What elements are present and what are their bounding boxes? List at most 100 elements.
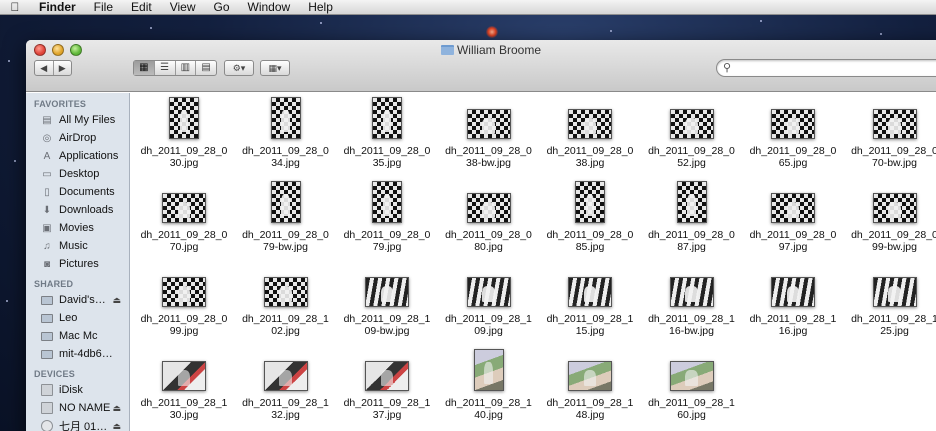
sidebar-item[interactable]: ▯ Documents [26,183,129,201]
file-item[interactable]: dh_2011_09_28_1 09.jpg [441,261,537,345]
image-thumbnail-icon[interactable] [263,361,308,391]
file-item[interactable]: dh_2011_09_28_0 79-bw.jpg [238,177,334,261]
sidebar-item[interactable]: Leo [26,309,129,327]
file-item[interactable]: dh_2011_09_28_0 70.jpg [136,177,232,261]
list-view-button[interactable]: ☰ [153,61,175,75]
eject-icon[interactable]: ⏏ [112,403,121,414]
file-item[interactable]: dh_2011_09_28_1 32.jpg [238,345,334,429]
sidebar-item[interactable]: ◙ Pictures [26,255,129,273]
file-item[interactable]: dh_2011_09_28_1 48.jpg [542,345,638,429]
image-thumbnail-icon[interactable] [263,277,308,307]
file-item[interactable]: dh_2011_09_28_0 52.jpg [644,93,740,177]
menu-go[interactable]: Go [205,0,239,15]
menu-file[interactable]: File [85,0,122,15]
sidebar-item[interactable]: ⬇ Downloads [26,201,129,219]
image-thumbnail-icon[interactable] [676,181,707,223]
image-thumbnail-icon[interactable] [669,109,714,139]
file-item[interactable]: dh_2011_09_28_0 38-bw.jpg [441,93,537,177]
image-thumbnail-icon[interactable] [372,97,402,139]
sidebar-item[interactable]: ▤ All My Files [26,111,129,129]
image-thumbnail-icon[interactable] [365,277,409,307]
sidebar-item[interactable]: mit-4db6… [26,345,129,363]
image-thumbnail-icon[interactable] [466,193,511,223]
file-item[interactable]: dh_2011_09_28_0 85.jpg [542,177,638,261]
image-thumbnail-icon[interactable] [669,277,714,307]
apple-icon[interactable]:  [0,0,30,14]
menu-window[interactable]: Window [239,0,300,15]
arrange-menu-button[interactable]: ▦▾ [260,60,290,76]
file-item[interactable]: dh_2011_09_28_0 70-bw.jpg [847,93,936,177]
sidebar-item[interactable]: David's… ⏏ [26,291,129,309]
view-mode-buttons: ▦ ☰ ▥ ▤ [133,60,217,76]
image-thumbnail-icon[interactable] [365,361,409,391]
image-thumbnail-icon[interactable] [466,109,511,139]
sidebar-item[interactable]: ▭ Desktop [26,165,129,183]
image-thumbnail-icon[interactable] [270,181,301,223]
image-thumbnail-icon[interactable] [270,97,301,139]
image-thumbnail-icon[interactable] [669,361,714,391]
file-thumbnail-wrap [441,261,537,307]
sidebar-item[interactable]: ▣ Movies [26,219,129,237]
file-item[interactable]: dh_2011_09_28_0 87.jpg [644,177,740,261]
image-thumbnail-icon[interactable] [771,193,815,223]
sidebar-item[interactable]: NO NAME ⏏ [26,399,129,417]
back-button[interactable]: ◀ [35,61,53,75]
sidebar-item[interactable]: iDisk [26,381,129,399]
file-item[interactable]: dh_2011_09_28_0 35.jpg [339,93,435,177]
image-thumbnail-icon[interactable] [466,277,511,307]
sidebar-item[interactable]: ♫ Music [26,237,129,255]
eject-icon[interactable]: ⏏ [112,421,121,431]
file-item[interactable]: dh_2011_09_28_1 30.jpg [136,345,232,429]
file-item[interactable]: dh_2011_09_28_0 79.jpg [339,177,435,261]
file-item[interactable]: dh_2011_09_28_1 16.jpg [745,261,841,345]
sidebar-item[interactable]: Mac Mc [26,327,129,345]
coverflow-view-button[interactable]: ▤ [195,61,216,75]
file-item[interactable]: dh_2011_09_28_0 38.jpg [542,93,638,177]
menu-finder[interactable]: Finder [30,0,85,15]
file-item[interactable]: dh_2011_09_28_0 99-bw.jpg [847,177,936,261]
image-thumbnail-icon[interactable] [162,361,206,391]
file-item[interactable]: dh_2011_09_28_1 25.jpg [847,261,936,345]
search-field[interactable]: ⚲ [716,59,936,77]
image-thumbnail-icon[interactable] [568,277,612,307]
image-thumbnail-icon[interactable] [872,277,917,307]
image-thumbnail-icon[interactable] [568,109,612,139]
image-thumbnail-icon[interactable] [771,277,815,307]
image-thumbnail-icon[interactable] [575,181,605,223]
image-thumbnail-icon[interactable] [771,109,815,139]
image-thumbnail-icon[interactable] [872,109,917,139]
menu-edit[interactable]: Edit [122,0,161,15]
file-item[interactable]: dh_2011_09_28_1 15.jpg [542,261,638,345]
image-thumbnail-icon[interactable] [162,193,206,223]
file-item[interactable]: dh_2011_09_28_1 60.jpg [644,345,740,429]
title-bar[interactable]: William Broome ◀ ▶ ▦ ☰ ▥ ▤ ⚙▾ ▦▾ ⚲ [26,40,936,92]
sidebar-item[interactable]: A Applications [26,147,129,165]
file-item[interactable]: dh_2011_09_28_1 02.jpg [238,261,334,345]
menu-help[interactable]: Help [299,0,342,15]
file-item[interactable]: dh_2011_09_28_0 65.jpg [745,93,841,177]
sidebar-item-label: Pictures [59,258,99,270]
image-thumbnail-icon[interactable] [372,181,402,223]
image-thumbnail-icon[interactable] [568,361,612,391]
file-item[interactable]: dh_2011_09_28_0 80.jpg [441,177,537,261]
file-item[interactable]: dh_2011_09_28_1 16-bw.jpg [644,261,740,345]
file-item[interactable]: dh_2011_09_28_1 09-bw.jpg [339,261,435,345]
action-menu-button[interactable]: ⚙▾ [224,60,254,76]
eject-icon[interactable]: ⏏ [112,295,121,306]
file-item[interactable]: dh_2011_09_28_0 30.jpg [136,93,232,177]
icon-view-button[interactable]: ▦ [134,61,154,75]
file-item[interactable]: dh_2011_09_28_0 99.jpg [136,261,232,345]
image-thumbnail-icon[interactable] [162,277,206,307]
file-item[interactable]: dh_2011_09_28_1 37.jpg [339,345,435,429]
image-thumbnail-icon[interactable] [169,97,199,139]
sidebar-item[interactable]: 七月 01… ⏏ [26,417,129,431]
file-item[interactable]: dh_2011_09_28_1 40.jpg [441,345,537,429]
forward-button[interactable]: ▶ [52,61,72,75]
column-view-button[interactable]: ▥ [174,61,196,75]
file-item[interactable]: dh_2011_09_28_0 97.jpg [745,177,841,261]
image-thumbnail-icon[interactable] [473,349,504,391]
menu-view[interactable]: View [161,0,205,15]
sidebar-item[interactable]: ◎ AirDrop [26,129,129,147]
image-thumbnail-icon[interactable] [872,193,917,223]
file-item[interactable]: dh_2011_09_28_0 34.jpg [238,93,334,177]
